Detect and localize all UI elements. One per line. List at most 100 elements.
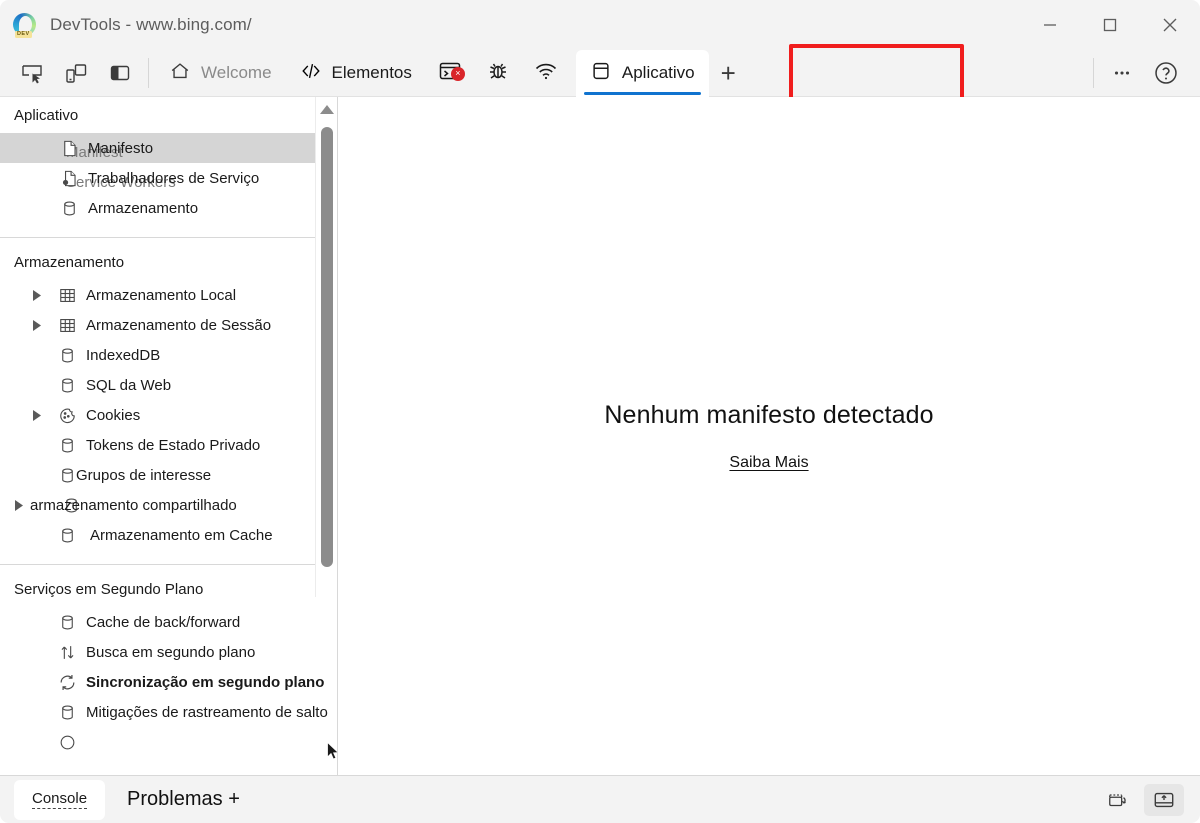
sidebar-section-header-background-services: Serviços em Segundo Plano xyxy=(14,581,204,598)
sidebar-item-background-sync[interactable]: Sincronização em segundo plano xyxy=(0,667,337,697)
sidebar-scrollbar[interactable] xyxy=(315,97,337,597)
tab-aplicativo[interactable]: Aplicativo xyxy=(575,49,709,97)
toolbar-divider-right xyxy=(1093,58,1094,88)
sidebar-item-background-fetch[interactable]: Busca em segundo plano xyxy=(0,637,337,667)
document-icon xyxy=(56,139,82,158)
sidebar-item-cache-storage[interactable]: Armazenamento em Cache xyxy=(0,520,337,550)
table-grid-icon xyxy=(54,316,80,335)
code-brackets-icon xyxy=(300,60,322,87)
sidebar-item-label: Mitigações de rastreamento de salto xyxy=(86,703,328,721)
database-icon xyxy=(54,613,80,632)
sidebar-section-header-armazenamento: Armazenamento xyxy=(14,254,125,271)
sidebar-item-label: Busca em segundo plano xyxy=(86,643,256,661)
arrows-updown-icon xyxy=(54,643,80,662)
sidebar-item-partial[interactable] xyxy=(0,727,337,757)
home-icon xyxy=(169,60,191,87)
service-worker-icon xyxy=(56,169,82,188)
chevron-right-icon[interactable] xyxy=(28,319,46,331)
sidebar-item-manifesto[interactable]: Manifest Manifesto xyxy=(0,133,337,163)
sidebar-item-local-storage[interactable]: Armazenamento Local xyxy=(0,280,337,310)
sidebar-item-label: Armazenamento em Cache xyxy=(90,526,273,544)
chevron-right-icon[interactable] xyxy=(28,409,46,421)
tab-elementos-label: Elementos xyxy=(331,63,412,82)
toolbar-divider xyxy=(148,58,149,88)
sidebar-item-label: IndexedDB xyxy=(86,346,161,364)
sidebar-item-label: Sincronização em segundo plano xyxy=(86,673,325,691)
restore-drawer-icon[interactable] xyxy=(1098,784,1138,816)
more-options-icon[interactable] xyxy=(1100,53,1144,93)
close-button[interactable] xyxy=(1140,0,1200,50)
database-icon xyxy=(54,346,80,365)
sidebar-item-label: armazenamento compartilhado xyxy=(30,496,237,514)
panel-layout-icon[interactable] xyxy=(98,53,142,93)
sidebar-item-web-sql[interactable]: SQL da Web xyxy=(0,370,337,400)
device-emulation-icon[interactable] xyxy=(54,53,98,93)
drawer-bar: Console Problemas + xyxy=(0,775,1200,823)
title-bar: DEV DevTools - www.bing.com/ xyxy=(0,0,1200,50)
toolbar-left-icons xyxy=(0,50,155,97)
database-icon xyxy=(54,436,80,455)
sidebar-item-interest-groups[interactable]: Grupos de interesse xyxy=(0,460,337,490)
inspect-element-icon[interactable] xyxy=(10,53,54,93)
bug-debugger-icon xyxy=(486,59,510,88)
help-icon[interactable] xyxy=(1144,53,1188,93)
tab-console[interactable]: × xyxy=(426,50,474,97)
tab-toolbar: Welcome Elementos × Aplicativo + xyxy=(0,43,1200,102)
tab-debugger[interactable] xyxy=(474,50,522,97)
sidebar-item-label: Tokens de Estado Privado xyxy=(86,436,261,454)
no-manifest-message: Nenhum manifesto detectado xyxy=(604,400,934,429)
sidebar-item-armazenamento[interactable]: Armazenamento xyxy=(0,193,337,223)
database-icon xyxy=(54,376,80,395)
tab-elementos[interactable]: Elementos xyxy=(286,50,426,97)
sidebar-item-bounce-tracking-mitigations[interactable]: Mitigações de rastreamento de salto xyxy=(0,697,337,727)
chevron-right-icon[interactable] xyxy=(10,499,28,511)
sidebar-item-service-workers[interactable]: Service Workers Trabalhadores de Serviço xyxy=(0,163,337,193)
minimize-button[interactable] xyxy=(1020,0,1080,50)
maximize-button[interactable] xyxy=(1080,0,1140,50)
sidebar-item-label: Armazenamento de Sessão xyxy=(86,316,272,334)
network-wifi-icon xyxy=(534,59,558,88)
sidebar-item-label: Armazenamento xyxy=(88,199,199,217)
sidebar-item-session-storage[interactable]: Armazenamento de Sessão xyxy=(0,310,337,340)
sync-icon xyxy=(54,733,80,752)
sidebar-item-label: Armazenamento Local xyxy=(86,286,237,304)
devtools-window: DEV DevTools - www.bing.com/ Welcome Ele… xyxy=(0,0,1200,823)
sidebar-item-back-forward-cache[interactable]: Cache de back/forward xyxy=(0,607,337,637)
sidebar-item-shared-storage[interactable]: armazenamento compartilhado xyxy=(0,490,337,520)
drawer-right-icons xyxy=(1098,783,1200,816)
drawer-tab-console[interactable]: Console xyxy=(14,779,106,820)
chevron-right-icon[interactable] xyxy=(28,289,46,301)
console-error-icon: × xyxy=(438,59,465,88)
sidebar-item-private-state-tokens[interactable]: Tokens de Estado Privado xyxy=(0,430,337,460)
database-icon xyxy=(54,703,80,722)
tab-network[interactable] xyxy=(522,50,570,97)
sync-icon xyxy=(54,673,80,692)
tab-welcome[interactable]: Welcome xyxy=(155,50,286,97)
toolbar-right-icons xyxy=(1087,50,1200,97)
sidebar-item-cookies[interactable]: Cookies xyxy=(0,400,337,430)
sidebar-item-label: Grupos de interesse xyxy=(76,466,212,484)
database-icon xyxy=(54,526,80,545)
drawer-tab-problemas[interactable]: Problemas + xyxy=(127,788,240,811)
drawer-tab-console-label: Console xyxy=(32,790,88,809)
active-tab-underline xyxy=(583,91,701,95)
add-tab-button[interactable]: + xyxy=(709,60,748,86)
console-error-badge: × xyxy=(450,66,465,81)
sidebar-item-label: Cache de back/forward xyxy=(86,613,241,631)
learn-more-link[interactable]: Saiba Mais xyxy=(729,454,808,472)
sidebar-section-background-services: Serviços em Segundo Plano Cache de back/… xyxy=(0,564,337,757)
scrollbar-thumb[interactable] xyxy=(321,127,333,567)
scroll-up-arrow-icon[interactable] xyxy=(320,105,334,114)
application-panel-icon xyxy=(590,60,612,87)
tab-aplicativo-label: Aplicativo xyxy=(621,63,695,82)
tab-welcome-label: Welcome xyxy=(201,63,272,82)
manifest-panel: Nenhum manifesto detectado Saiba Mais xyxy=(338,97,1200,775)
devtools-body: Aplicativo Manifest Manifesto Service Wo… xyxy=(0,97,1200,775)
sidebar-item-indexeddb[interactable]: IndexedDB xyxy=(0,340,337,370)
sidebar-section-aplicativo: Aplicativo Manifest Manifesto Service Wo… xyxy=(0,97,337,237)
sidebar-item-label: Manifesto xyxy=(88,139,154,157)
window-controls xyxy=(1020,0,1200,50)
open-drawer-icon[interactable] xyxy=(1144,783,1184,816)
